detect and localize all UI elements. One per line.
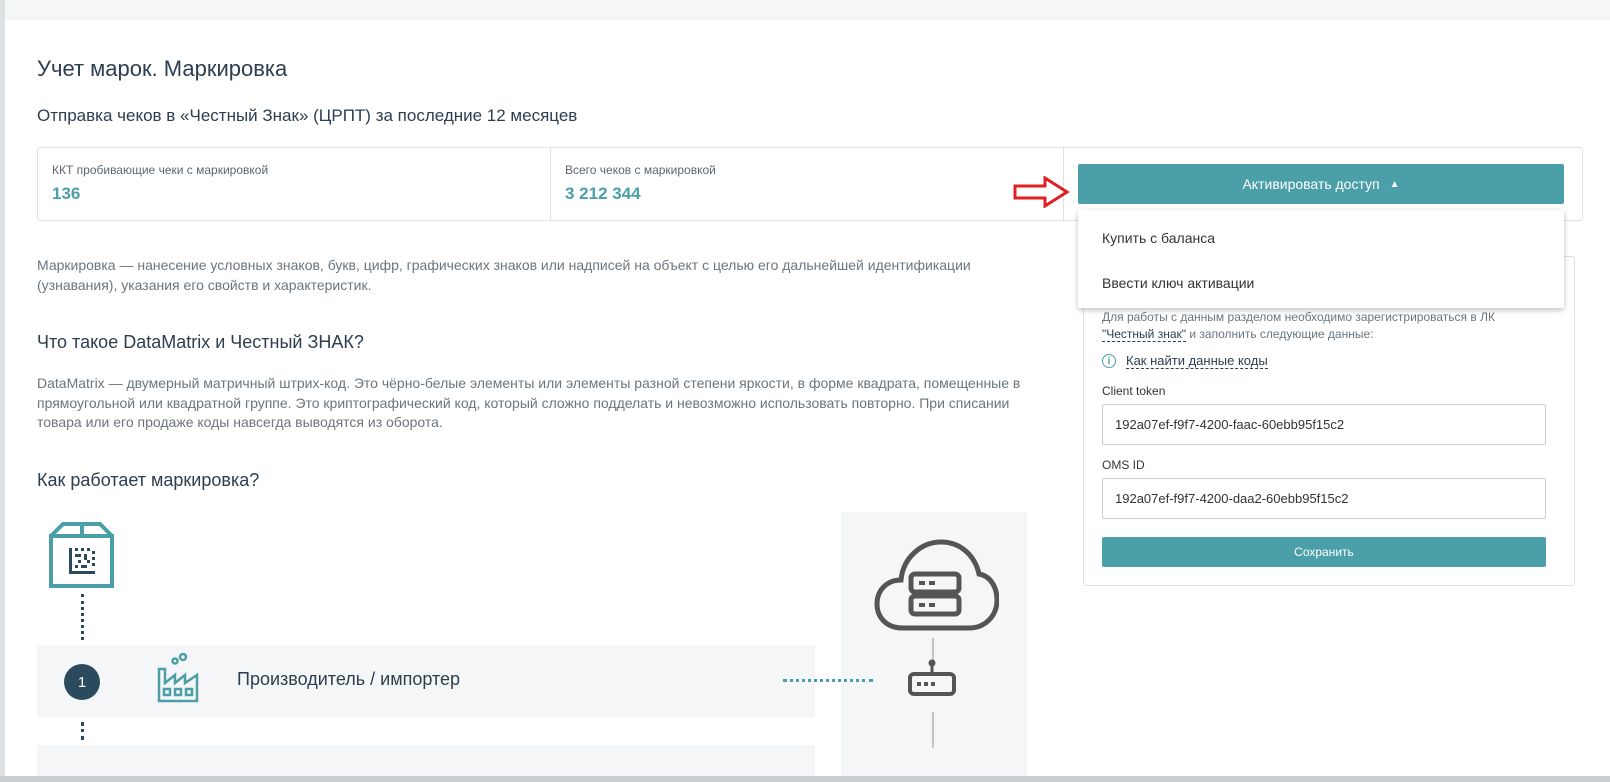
- client-token-label: Client token: [1102, 384, 1166, 398]
- menu-item-buy-from-balance[interactable]: Купить с баланса: [1102, 230, 1215, 246]
- save-button[interactable]: Сохранить: [1102, 537, 1546, 567]
- activate-dropdown-menu: Купить с баланса Ввести ключ активации: [1078, 210, 1564, 308]
- page-subtitle: Отправка чеков в «Честный Знак» (ЦРПТ) з…: [37, 106, 578, 125]
- activate-access-button[interactable]: Активировать доступ ▲: [1078, 164, 1564, 204]
- how-it-works-heading: Как работает маркировка?: [37, 470, 260, 490]
- chestny-znak-link[interactable]: "Честный знак": [1102, 327, 1187, 342]
- box-datamatrix-icon: [49, 522, 114, 588]
- connector-dots-bottom: [81, 722, 84, 740]
- step-number-badge: 1: [64, 664, 100, 700]
- main-panel: Учет марок. Маркировка Отправка чеков в …: [5, 20, 1610, 776]
- datamatrix-heading: Что такое DataMatrix и Честный ЗНАК?: [37, 332, 364, 352]
- settings-description-tail: и заполнить следующие данные:: [1189, 327, 1374, 341]
- info-row: i Как найти данные коды: [1102, 353, 1268, 369]
- step-row-manufacturer: 1 Производитель / импортер: [37, 645, 815, 717]
- router-connector-line: [932, 712, 934, 748]
- cloud-server-icon: [874, 539, 999, 631]
- stat-kkt-label: ККТ пробивающие чеки с маркировкой: [52, 163, 269, 177]
- connector-dots-horizontal: [783, 679, 873, 682]
- find-codes-link[interactable]: Как найти данные коды: [1126, 353, 1268, 369]
- step-row-next: [37, 745, 815, 776]
- oms-id-label: OMS ID: [1102, 458, 1145, 472]
- cloud-connector-line: [932, 638, 934, 660]
- step-label: Производитель / импортер: [237, 669, 461, 689]
- stat-kkt: ККТ пробивающие чеки с маркировкой 136: [38, 148, 551, 220]
- stat-kkt-value: 136: [52, 184, 81, 203]
- activate-access-label: Активировать доступ: [1242, 176, 1380, 192]
- bottom-edge: [0, 776, 1610, 782]
- menu-item-enter-activation-key[interactable]: Ввести ключ активации: [1102, 275, 1254, 291]
- connector-dots-top: [81, 594, 84, 640]
- stat-receipts-label: Всего чеков с маркировкой: [565, 163, 716, 177]
- settings-description: Для работы с данным разделом необходимо …: [1102, 309, 1552, 343]
- info-icon: i: [1102, 354, 1116, 368]
- oms-id-input[interactable]: [1102, 478, 1546, 519]
- stat-receipts-value: 3 212 344: [565, 184, 641, 203]
- settings-description-text: Для работы с данным разделом необходимо …: [1102, 310, 1495, 324]
- page-title: Учет марок. Маркировка: [37, 56, 288, 81]
- factory-icon: [157, 653, 199, 703]
- marking-description: Маркировка — нанесение условных знаков, …: [37, 257, 971, 293]
- client-token-input[interactable]: [1102, 404, 1546, 445]
- router-icon: [908, 659, 956, 696]
- datamatrix-description: DataMatrix — двумерный матричный штрих-к…: [37, 375, 1021, 430]
- red-arrow-icon: [1013, 176, 1070, 208]
- stat-receipts: Всего чеков с маркировкой 3 212 344: [551, 148, 1064, 220]
- caret-up-icon: ▲: [1389, 178, 1400, 190]
